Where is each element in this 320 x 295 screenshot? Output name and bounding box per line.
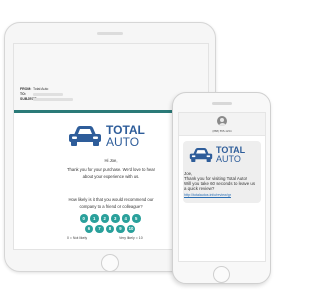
sms-brand-logo: TOTAL AUTO <box>189 146 245 164</box>
from-value: Total Auto <box>33 87 49 91</box>
nps-score-button[interactable]: 4 <box>121 214 130 223</box>
nps-score-button[interactable]: 8 <box>105 224 115 233</box>
scale-high-label: Very likely = 10 <box>119 236 143 240</box>
phone-device: (888) 555-1234 TOTAL AUTO Joe, Thank you… <box>172 92 271 284</box>
nps-scale: 012345 6 7 8 9 10 <box>65 214 155 235</box>
from-label: FROM: <box>20 87 32 91</box>
contact-avatar <box>217 116 227 126</box>
nps-score-button[interactable]: 10 <box>126 224 136 233</box>
email-to-row: TO: <box>20 92 63 96</box>
email-subject-row: SUBJECT: <box>20 97 73 101</box>
sms-screen: (888) 555-1234 TOTAL AUTO Joe, Thank you… <box>178 112 266 262</box>
nps-row-2: 6 7 8 9 10 <box>65 224 155 233</box>
sms-brand-name: TOTAL AUTO <box>216 146 245 164</box>
nps-score-button[interactable]: 6 <box>84 224 94 233</box>
email-from-row: FROM: Total Auto <box>20 87 48 91</box>
nps-score-button[interactable]: 0 <box>79 214 88 223</box>
contact-phone-number: (888) 555-1234 <box>212 129 232 133</box>
nps-score-button[interactable]: 2 <box>100 214 109 223</box>
review-link[interactable]: http://totalautos.info/review/gr <box>184 193 231 197</box>
nps-score-button[interactable]: 7 <box>95 224 104 233</box>
phone-speaker <box>212 102 232 105</box>
sms-message: Joe, Thank you for visiting Total Auto! … <box>184 171 262 191</box>
brand-name: TOTAL AUTO <box>106 124 145 148</box>
car-icon <box>68 126 102 146</box>
to-value-redacted <box>33 92 63 96</box>
nps-score-button[interactable]: 3 <box>111 214 120 223</box>
to-label: TO: <box>20 92 26 96</box>
tablet-speaker <box>97 32 123 35</box>
scale-low-label: 0 = Not likely <box>67 236 88 240</box>
brand-name-bottom: AUTO <box>106 135 140 149</box>
contact-bar: (888) 555-1234 <box>179 113 265 136</box>
subject-label: SUBJECT: <box>20 97 38 101</box>
sms-message-line4: a quick review? <box>184 186 215 191</box>
car-icon <box>189 148 213 162</box>
phone-home-button[interactable] <box>213 266 230 283</box>
nps-row-1: 012345 <box>65 214 155 223</box>
subject-value-redacted <box>33 97 73 101</box>
tablet-home-button[interactable] <box>101 254 119 272</box>
nps-score-button[interactable]: 1 <box>90 214 99 223</box>
email-brand-logo: TOTAL AUTO <box>68 124 145 148</box>
nps-score-button[interactable]: 5 <box>132 214 141 223</box>
sms-brand-name-bottom: AUTO <box>216 154 241 164</box>
nps-score-button[interactable]: 9 <box>116 224 125 233</box>
